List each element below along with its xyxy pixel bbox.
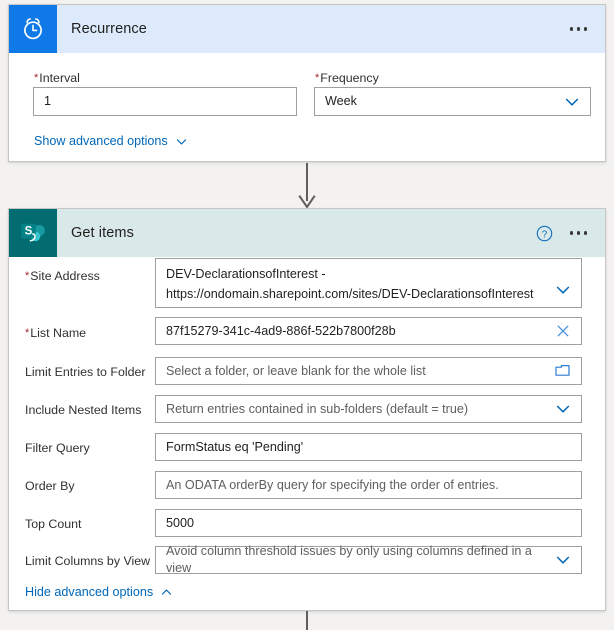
chevron-down-icon[interactable] — [562, 92, 582, 112]
chevron-down-icon — [175, 135, 188, 148]
recurrence-header-actions — [568, 21, 606, 37]
site-address-value-line2: https://ondomain.sharepoint.com/sites/DE… — [166, 287, 534, 301]
required-asterisk: * — [25, 270, 30, 282]
required-asterisk: * — [34, 72, 39, 84]
interval-label: *Interval — [34, 71, 80, 85]
flow-designer-canvas: Recurrence *Interval 1 *Frequency Week S… — [0, 0, 614, 630]
recurrence-action-card[interactable]: Recurrence *Interval 1 *Frequency Week S… — [8, 4, 606, 162]
get-items-card-title: Get items — [71, 225, 134, 241]
chevron-down-icon[interactable] — [553, 399, 573, 419]
close-x-icon[interactable] — [553, 321, 573, 341]
order-by-placeholder: An ODATA orderBy query for specifying th… — [166, 477, 499, 492]
filter-query-input[interactable]: FormStatus eq 'Pending' — [155, 433, 582, 461]
limit-entries-to-folder-placeholder: Select a folder, or leave blank for the … — [166, 363, 426, 378]
ellipsis-icon[interactable] — [568, 21, 590, 37]
recurrence-card-header[interactable]: Recurrence — [9, 5, 605, 53]
site-address-value: DEV-DeclarationsofInterest - https://ond… — [166, 264, 547, 304]
list-name-label: *List Name — [25, 326, 87, 340]
alarm-clock-icon — [9, 5, 57, 53]
list-name-input[interactable]: 87f15279-341c-4ad9-886f-522b7800f28b — [155, 317, 582, 345]
include-nested-items-dropdown[interactable]: Return entries contained in sub-folders … — [155, 395, 582, 423]
interval-input[interactable]: 1 — [33, 87, 297, 116]
chevron-down-icon[interactable] — [553, 280, 573, 300]
get-items-card-header[interactable]: S Get items ? — [9, 209, 605, 257]
recurrence-card-title: Recurrence — [71, 21, 147, 37]
site-address-label: *Site Address — [25, 269, 100, 283]
site-address-value-line1: DEV-DeclarationsofInterest - — [166, 267, 326, 281]
include-nested-items-placeholder: Return entries contained in sub-folders … — [166, 401, 469, 416]
question-circle-icon[interactable]: ? — [536, 224, 554, 242]
include-nested-items-label: Include Nested Items — [25, 403, 142, 417]
hide-advanced-options-link[interactable]: Hide advanced options — [25, 585, 173, 599]
frequency-value: Week — [325, 94, 357, 108]
required-asterisk: * — [315, 72, 320, 84]
ellipsis-icon[interactable] — [568, 225, 590, 241]
folder-icon[interactable] — [553, 361, 573, 381]
get-items-header-actions: ? — [536, 224, 606, 242]
top-count-label: Top Count — [25, 517, 82, 531]
svg-text:S: S — [25, 226, 33, 238]
top-count-input[interactable]: 5000 — [155, 509, 582, 537]
svg-text:?: ? — [542, 229, 548, 240]
filter-query-label: Filter Query — [25, 441, 90, 455]
list-name-value: 87f15279-341c-4ad9-886f-522b7800f28b — [166, 323, 396, 338]
show-advanced-options-label: Show advanced options — [34, 134, 168, 148]
required-asterisk: * — [25, 327, 30, 339]
hide-advanced-options-label: Hide advanced options — [25, 585, 154, 599]
chevron-up-icon — [160, 586, 173, 599]
limit-columns-by-view-placeholder: Avoid column threshold issues by only us… — [166, 544, 532, 575]
limit-columns-by-view-dropdown[interactable]: Avoid column threshold issues by only us… — [155, 544, 582, 575]
show-advanced-options-link[interactable]: Show advanced options — [34, 134, 188, 148]
interval-value: 1 — [44, 94, 52, 108]
arrow-down-icon — [298, 163, 316, 209]
frequency-dropdown[interactable]: Week — [314, 87, 591, 116]
limit-columns-by-view-label: Limit Columns by View — [25, 554, 151, 568]
top-count-value: 5000 — [166, 515, 195, 530]
limit-entries-to-folder-input[interactable]: Select a folder, or leave blank for the … — [155, 357, 582, 385]
filter-query-value: FormStatus eq 'Pending' — [166, 439, 304, 454]
chevron-down-icon[interactable] — [553, 550, 573, 570]
order-by-label: Order By — [25, 479, 75, 493]
limit-entries-to-folder-label: Limit Entries to Folder — [25, 365, 146, 379]
site-address-dropdown[interactable]: DEV-DeclarationsofInterest - https://ond… — [155, 258, 582, 308]
frequency-label: *Frequency — [315, 71, 379, 85]
sharepoint-icon: S — [9, 209, 57, 257]
order-by-input[interactable]: An ODATA orderBy query for specifying th… — [155, 471, 582, 499]
flow-tail-line — [306, 611, 308, 630]
